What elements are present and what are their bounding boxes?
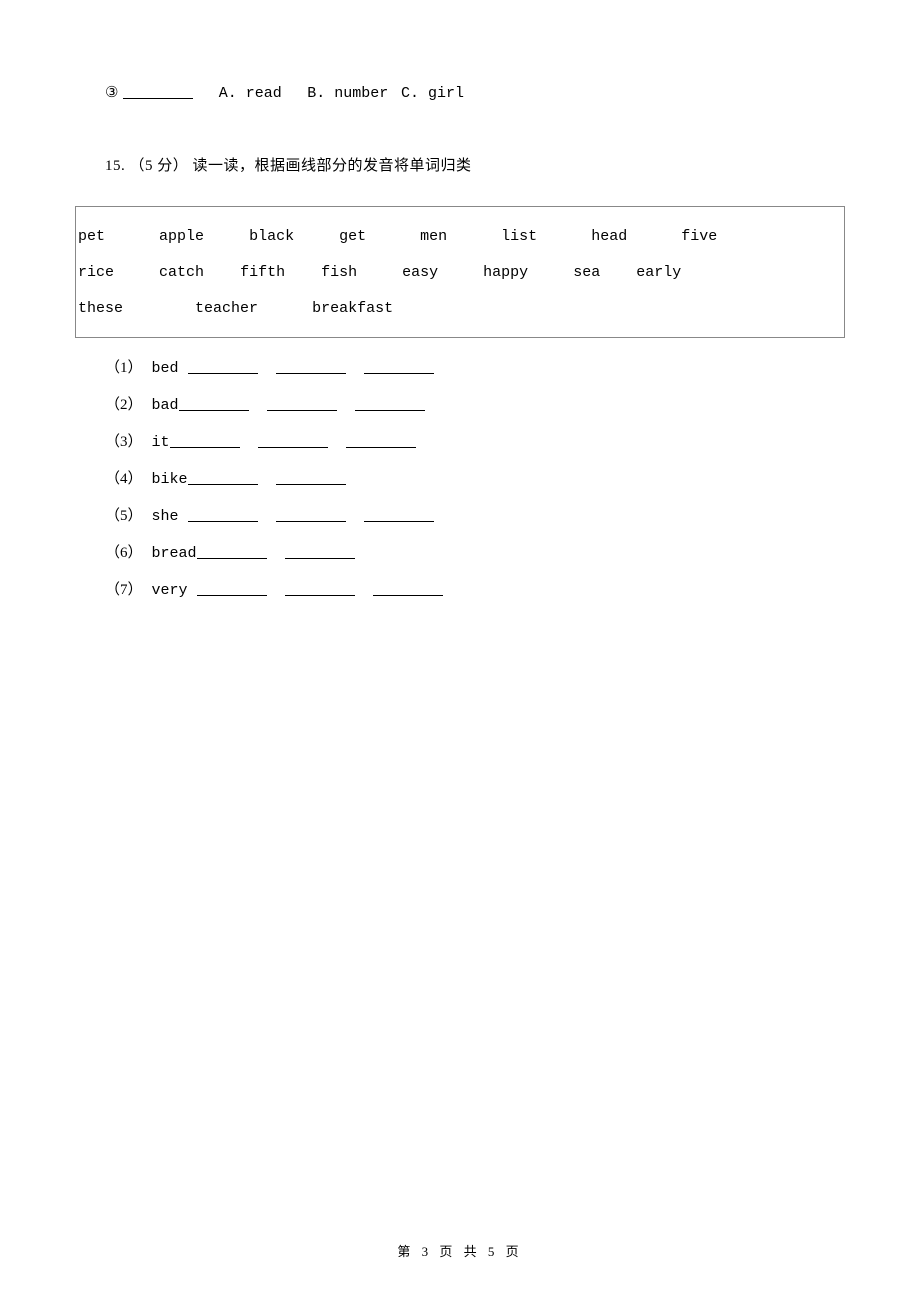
sub-word-2: bad	[143, 397, 179, 414]
sub-word-1: bed	[143, 360, 188, 377]
sub-num-1: （1）	[105, 360, 143, 376]
blank-field[interactable]	[197, 580, 267, 596]
blank-field[interactable]	[364, 358, 434, 374]
word-breakfast: breakfast	[312, 300, 393, 317]
blank-field[interactable]	[346, 432, 416, 448]
sub-question-2: （2） bad	[75, 393, 845, 414]
sub-num-3: （3）	[105, 434, 143, 450]
sub-question-1: （1） bed	[75, 356, 845, 377]
blank-field[interactable]	[276, 469, 346, 485]
blank-field[interactable]	[364, 506, 434, 522]
q15-instruction: 读一读，根据画线部分的发音将单词归类	[188, 158, 471, 174]
blank-field[interactable]	[355, 395, 425, 411]
blank-field[interactable]	[276, 506, 346, 522]
word-easy: easy	[402, 264, 438, 281]
word-catch: catch	[159, 264, 204, 281]
blank-field[interactable]	[188, 469, 258, 485]
word-these: these	[78, 300, 123, 317]
blank-field[interactable]	[170, 432, 240, 448]
question-15-header: 15. （5 分） 读一读，根据画线部分的发音将单词归类	[75, 137, 845, 192]
option-b: B. number	[307, 85, 388, 102]
sub-word-6: bread	[143, 545, 197, 562]
blank-field[interactable]	[285, 580, 355, 596]
sub-question-7: （7） very	[75, 578, 845, 599]
option-a: A. read	[219, 85, 282, 102]
sub-question-3: （3） it	[75, 430, 845, 451]
question-14-option-line: ③ A. read B. number C. girl	[75, 64, 845, 119]
word-black: black	[249, 228, 294, 245]
sub-num-2: （2）	[105, 397, 143, 413]
word-head: head	[591, 228, 627, 245]
sub-question-4: （4） bike	[75, 467, 845, 488]
sub-word-7: very	[143, 582, 197, 599]
page-footer: 第 3 页 共 5 页	[0, 1241, 920, 1260]
sub-word-5: she	[143, 508, 188, 525]
sub-word-4: bike	[143, 471, 188, 488]
word-fish: fish	[321, 264, 357, 281]
sub-num-6: （6）	[105, 545, 143, 561]
blank-field[interactable]	[276, 358, 346, 374]
word-box: pet apple black get men list head five r…	[75, 206, 845, 338]
word-get: get	[339, 228, 366, 245]
q15-points: （5 分）	[130, 158, 189, 174]
blank-field[interactable]	[373, 580, 443, 596]
blank-field[interactable]	[285, 543, 355, 559]
sub-num-7: （7）	[105, 582, 143, 598]
sub-num-5: （5）	[105, 508, 143, 524]
circled-3: ③	[105, 85, 119, 101]
word-five: five	[681, 228, 717, 245]
word-apple: apple	[159, 228, 204, 245]
blank-field[interactable]	[179, 395, 249, 411]
word-men: men	[420, 228, 447, 245]
blank-field[interactable]	[123, 83, 193, 99]
q15-number: 15.	[105, 158, 125, 174]
sub-word-3: it	[143, 434, 170, 451]
word-teacher: teacher	[195, 300, 258, 317]
blank-field[interactable]	[188, 358, 258, 374]
word-list: list	[501, 228, 537, 245]
word-rice: rice	[78, 264, 114, 281]
blank-field[interactable]	[258, 432, 328, 448]
blank-field[interactable]	[197, 543, 267, 559]
sub-question-6: （6） bread	[75, 541, 845, 562]
blank-field[interactable]	[188, 506, 258, 522]
word-pet: pet	[78, 228, 105, 245]
sub-num-4: （4）	[105, 471, 143, 487]
word-fifth: fifth	[240, 264, 285, 281]
word-happy: happy	[483, 264, 528, 281]
sub-question-5: （5） she	[75, 504, 845, 525]
word-sea: sea	[573, 264, 600, 281]
blank-field[interactable]	[267, 395, 337, 411]
word-early: early	[636, 264, 681, 281]
option-c: C. girl	[401, 85, 464, 102]
